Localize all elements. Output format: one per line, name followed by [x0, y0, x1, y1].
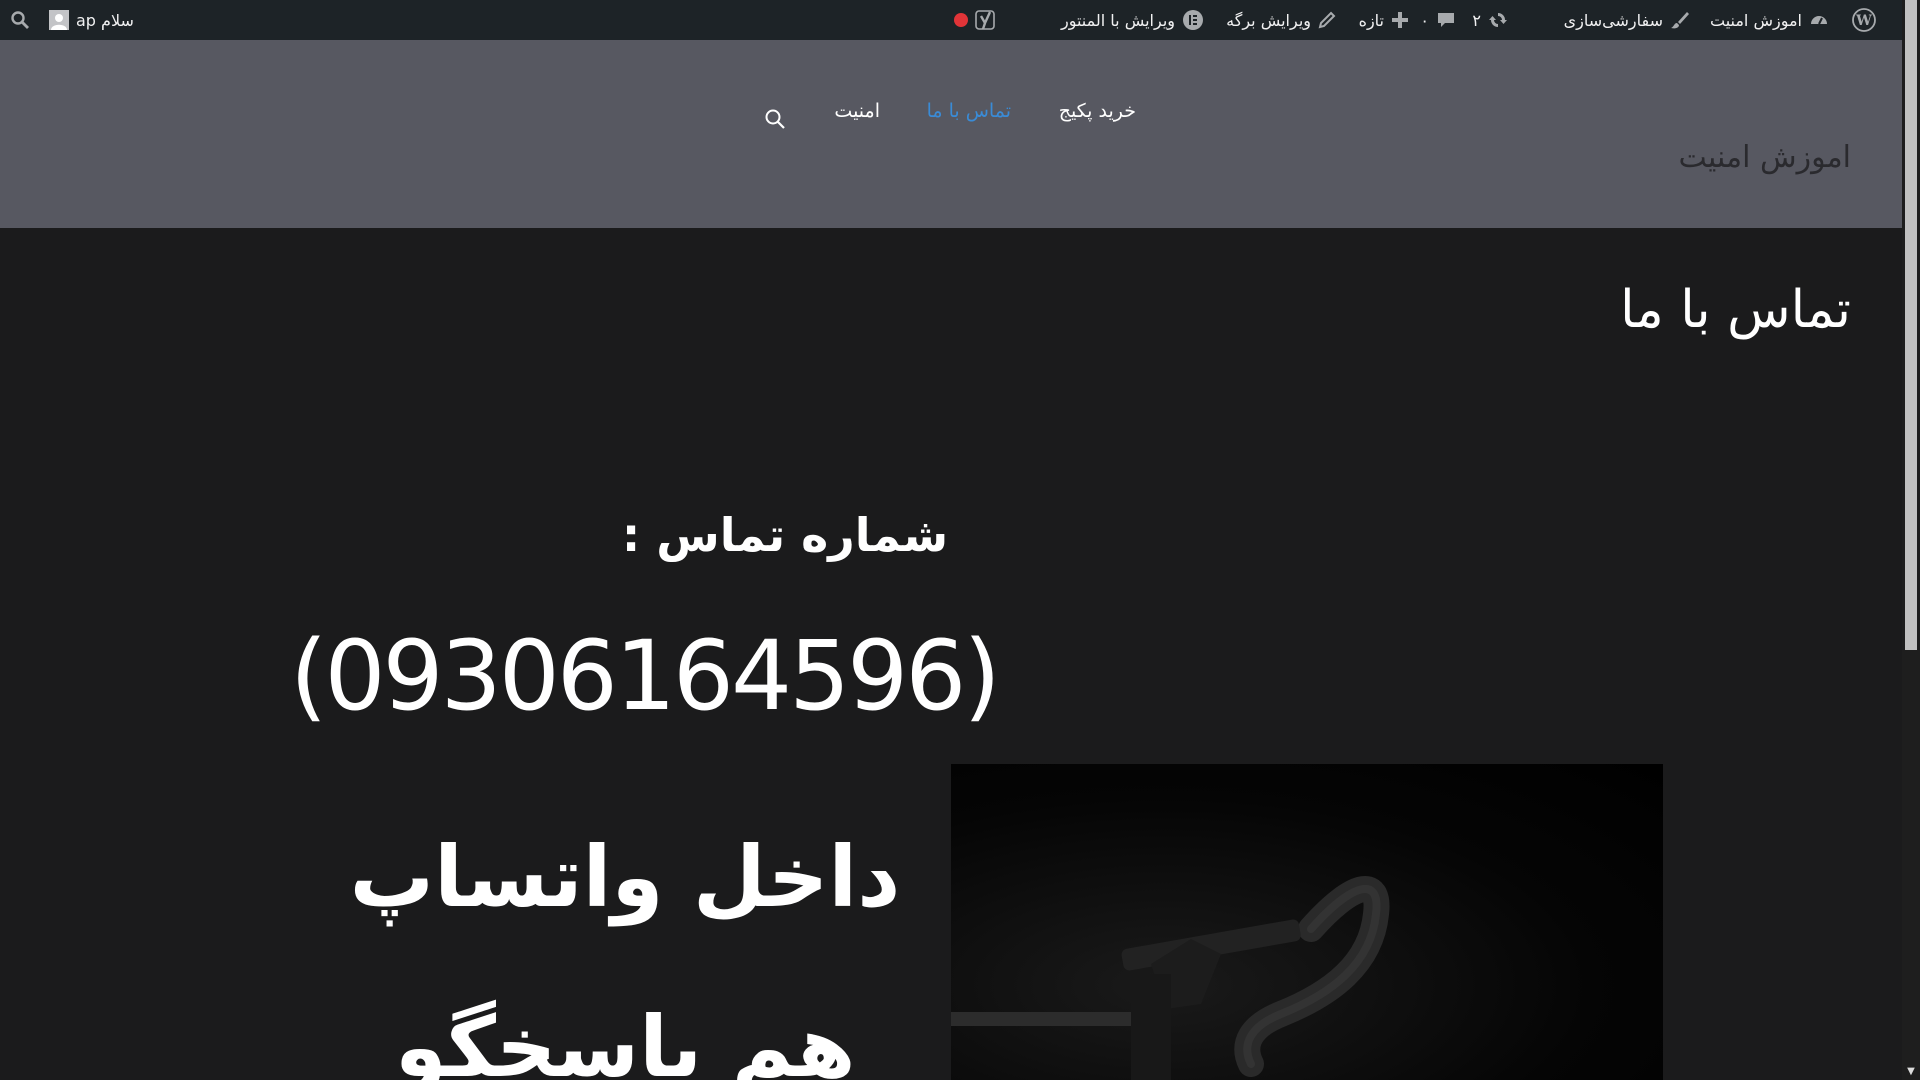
edit-page-link[interactable]: ویرایش برگه	[1226, 0, 1336, 40]
comments-count: ۰	[1420, 10, 1429, 30]
yoast-icon	[975, 9, 997, 31]
admin-search[interactable]	[10, 0, 30, 40]
nav-search-icon[interactable]	[764, 108, 786, 134]
user-avatar	[49, 10, 69, 30]
comments-link[interactable]: ۰	[1420, 0, 1456, 40]
whatsapp-text-line-2: هم پاسخگو	[394, 998, 856, 1080]
edit-page-label: ویرایش برگه	[1226, 10, 1311, 30]
elementor-icon	[1182, 9, 1204, 31]
site-title[interactable]: اموزش امنیت	[1678, 140, 1851, 175]
updates-link[interactable]: ۲	[1472, 0, 1508, 40]
site-name-label: اموزش امنیت	[1709, 10, 1802, 30]
svg-text:W: W	[1855, 13, 1872, 29]
dashboard-icon	[1809, 10, 1829, 30]
new-content-menu[interactable]: تازه	[1359, 0, 1409, 40]
new-label: تازه	[1358, 10, 1384, 30]
scrollbar-thumb[interactable]	[1905, 0, 1917, 650]
scroll-down-arrow-icon[interactable]: ▼	[1902, 1062, 1920, 1080]
page-content: تماس با ما شماره تماس : (09306164596) دا…	[0, 228, 1902, 1080]
seo-status-dot	[954, 13, 968, 27]
brush-icon	[1670, 10, 1690, 30]
customize-link[interactable]: سفارشی‌سازی	[1564, 0, 1690, 40]
yoast-seo-menu[interactable]	[954, 0, 997, 40]
contact-number-heading: شماره تماس :	[621, 508, 949, 562]
admin-bar: W اموزش امنیت سفارشی‌سازی ۲ ۰ تازه	[0, 0, 1902, 40]
pencil-icon	[1318, 11, 1336, 29]
plus-icon	[1391, 11, 1409, 29]
whatsapp-text-line-1: داخل واتساپ	[349, 828, 901, 926]
nav-item-contact[interactable]: تماس با ما	[927, 100, 1011, 122]
updates-count: ۲	[1472, 10, 1481, 30]
nav-item-security[interactable]: امنیت	[834, 100, 880, 122]
edit-elementor-label: ویرایش با المنتور	[1060, 10, 1175, 30]
greeting-label: سلام ap	[76, 10, 134, 30]
wp-logo-menu[interactable]: W	[1852, 0, 1876, 40]
page-scrollbar[interactable]: ▼	[1902, 0, 1920, 1080]
comment-icon	[1436, 10, 1456, 30]
search-icon	[10, 10, 30, 30]
bicycle-handlebar-illustration	[951, 876, 1390, 1080]
user-account-menu[interactable]: سلام ap	[49, 0, 134, 40]
site-name-menu[interactable]: اموزش امنیت	[1710, 0, 1829, 40]
customize-label: سفارشی‌سازی	[1563, 10, 1663, 30]
page-title: تماس با ما	[1620, 280, 1851, 340]
site-header: خرید پکیج تماس با ما امنیت اموزش امنیت	[0, 40, 1902, 228]
wordpress-icon: W	[1852, 8, 1876, 32]
nav-item-buy-package[interactable]: خرید پکیج	[1059, 100, 1136, 122]
phone-number: (09306164596)	[290, 620, 1001, 732]
edit-elementor-link[interactable]: ویرایش با المنتور	[1061, 0, 1204, 40]
updates-icon	[1488, 10, 1508, 30]
bicycle-image	[951, 764, 1663, 1080]
